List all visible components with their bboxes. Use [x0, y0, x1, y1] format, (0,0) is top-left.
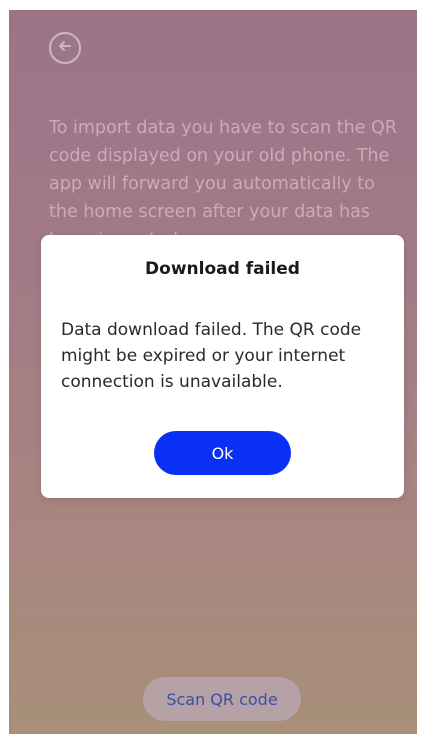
ok-button[interactable]: Ok	[154, 431, 291, 475]
scan-qr-code-button[interactable]: Scan QR code	[143, 677, 301, 721]
dialog-message: Data download failed. The QR code might …	[61, 320, 362, 392]
dialog-title: Download failed	[145, 259, 300, 279]
error-dialog: Download failed Data download failed. Th…	[41, 235, 404, 498]
app-screen: To import data you have to scan the QR c…	[9, 10, 417, 734]
